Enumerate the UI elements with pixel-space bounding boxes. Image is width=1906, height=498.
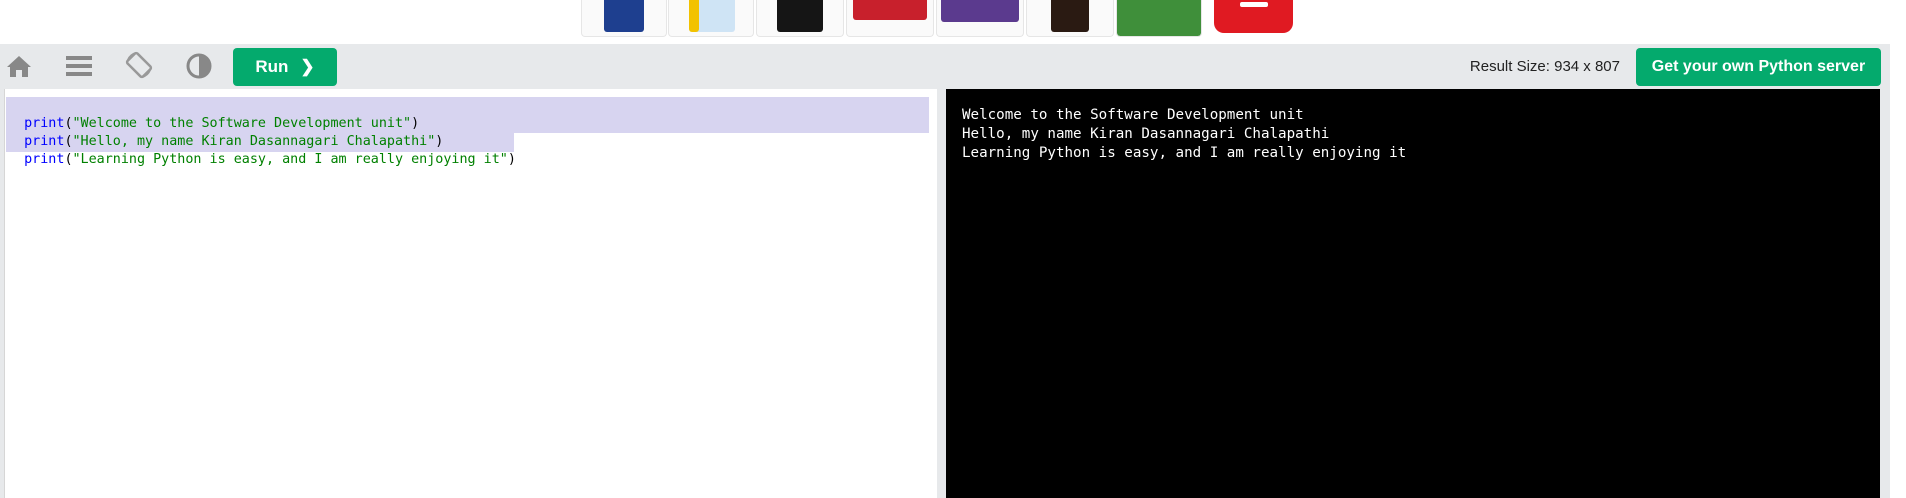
code-punct: ) (507, 152, 516, 167)
output-line: Learning Python is easy, and I am really… (962, 145, 1407, 161)
output-line: Hello, my name Kiran Dasannagari Chalapa… (962, 126, 1330, 142)
run-label: Run (255, 57, 289, 76)
code-line[interactable]: print("Hello, my name Kiran Dasannagari … (6, 115, 443, 149)
ad-product-4[interactable] (846, 0, 934, 37)
page-scrollbar[interactable] (1890, 42, 1906, 498)
pane-resize-handle[interactable] (937, 89, 946, 498)
ad-product-7[interactable] (1116, 0, 1202, 37)
result-size-label: Result Size: 934 x 807 (1469, 58, 1620, 75)
ad-product-3[interactable] (756, 0, 844, 37)
ad-red-tile[interactable] (1214, 0, 1293, 33)
rotate-icon[interactable] (124, 50, 154, 80)
code-punct: ( (64, 152, 73, 167)
run-button[interactable]: Run ❯ (233, 48, 337, 86)
home-icon[interactable] (4, 51, 34, 81)
output-pane: Welcome to the Software Development unit… (946, 89, 1880, 498)
ad-banner[interactable] (0, 0, 1906, 42)
code-keyword: print (24, 152, 65, 167)
menu-icon[interactable] (64, 51, 94, 81)
code-line[interactable]: print("Welcome to the Software Developme… (6, 97, 419, 131)
ad-product-1[interactable] (581, 0, 667, 37)
ad-product-2[interactable] (668, 0, 754, 37)
chevron-right-icon: ❯ (300, 57, 315, 76)
ad-product-6[interactable] (1026, 0, 1114, 37)
contrast-icon[interactable] (184, 51, 214, 81)
code-string: "Learning Python is easy, and I am reall… (72, 152, 508, 167)
ad-product-5[interactable] (936, 0, 1024, 37)
output-line: Welcome to the Software Development unit (962, 107, 1304, 123)
code-line[interactable]: print("Learning Python is easy, and I am… (6, 133, 516, 167)
get-python-server-button[interactable]: Get your own Python server (1636, 48, 1881, 86)
